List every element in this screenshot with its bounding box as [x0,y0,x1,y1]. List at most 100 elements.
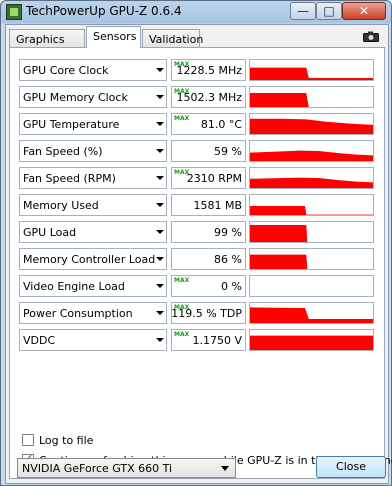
max-indicator: MAX [174,277,190,284]
sensor-value: 2310 RPM [186,172,242,185]
sensor-graph-area [250,177,373,188]
sensor-name: Memory Used [23,199,99,212]
sensor-row: GPU Core Clock MAX 1228.5 MHz [19,59,374,81]
sensor-name-dropdown[interactable]: GPU Load [19,221,167,243]
sensor-graph-area [250,206,373,215]
gpu-z-app-icon [6,4,22,20]
sensor-value-box: MAX 2310 RPM [171,167,246,189]
gpu-select[interactable]: NVIDIA GeForce GTX 660 Ti [17,458,236,478]
maximize-button[interactable]: □ [316,2,342,20]
sensor-graph-area [250,254,308,269]
sensor-value-box: MAX 1228.5 MHz [171,59,246,81]
sensors-panel: Log to file Continue refreshing this scr… [9,47,392,479]
sensor-name-dropdown[interactable]: GPU Temperature [19,113,167,135]
sensor-name-dropdown[interactable]: Memory Controller Load [19,248,167,270]
chevron-down-icon [221,466,229,471]
max-indicator: MAX [174,115,190,122]
sensor-value-box: MAX 1502.3 MHz [171,86,246,108]
tab-sensors[interactable]: Sensors [86,26,141,48]
title-bar[interactable]: TechPowerUp GPU-Z 0.6.4 — □ ✕ [1,1,391,23]
sensor-row: Video Engine Load MAX 0 % [19,275,374,297]
sensor-graph-area [250,225,308,242]
gpu-z-window: TechPowerUp GPU-Z 0.6.4 — □ ✕ Graphics C… [0,0,392,486]
sensor-name-dropdown[interactable]: VDDC [19,329,167,351]
sensor-value: 1502.3 MHz [176,91,242,104]
sensor-graph [249,221,374,243]
minimize-button[interactable]: — [290,2,316,20]
sensor-row: GPU Temperature MAX 81.0 °C [19,113,374,135]
sensor-value-box: MAX 1.1750 V [171,329,246,351]
sensor-value: 119.5 % TDP [171,307,242,320]
sensor-name: GPU Load [23,226,77,239]
dropdown-arrow-icon [156,122,164,126]
sensor-value: 0 % [221,280,242,293]
sensor-graph-svg [250,225,308,242]
sensor-name: Fan Speed (%) [23,145,103,158]
sensor-name: VDDC [23,334,56,347]
sensor-graph-svg [250,150,373,161]
sensor-row: Power Consumption MAX 119.5 % TDP [19,302,374,324]
close-button[interactable]: Close [316,456,386,478]
sensor-value: 59 % [214,145,242,158]
sensor-row: GPU Memory Clock MAX 1502.3 MHz [19,86,374,108]
sensor-graph [249,59,374,81]
sensor-value: 99 % [214,226,242,239]
sensor-graph-svg [250,307,373,323]
sensor-value-box: 99 % [171,221,246,243]
max-indicator: MAX [174,331,190,338]
sensor-graph-svg [250,177,373,188]
sensor-graph-area [250,93,373,107]
sensor-name-dropdown[interactable]: GPU Memory Clock [19,86,167,108]
camera-icon[interactable] [363,31,379,42]
dropdown-arrow-icon [156,230,164,234]
log-to-file-label: Log to file [39,434,94,447]
window-close-button[interactable]: ✕ [342,2,386,20]
client-area: Graphics Card Sensors Validation Log to … [5,24,392,484]
dropdown-arrow-icon [156,176,164,180]
sensor-graph [249,248,374,270]
tab-graphics-card[interactable]: Graphics Card [9,29,85,65]
tab-validation[interactable]: Validation [142,29,203,48]
sensor-graph-svg [250,118,373,134]
sensor-row: GPU Load 99 % [19,221,374,243]
sensor-value-box: 59 % [171,140,246,162]
dropdown-arrow-icon [156,149,164,153]
sensor-name: GPU Temperature [23,118,120,131]
log-to-file-checkbox[interactable] [22,434,34,446]
sensor-name: GPU Core Clock [23,64,109,77]
gpu-select-value: NVIDIA GeForce GTX 660 Ti [22,462,173,475]
sensor-graph-area [250,335,373,350]
sensor-graph [249,302,374,324]
sensor-graph [249,140,374,162]
sensor-value: 1581 MB [193,199,242,212]
sensor-graph-svg [250,335,373,350]
sensor-value-box: MAX 119.5 % TDP [171,302,246,324]
sensor-name-dropdown[interactable]: Fan Speed (RPM) [19,167,167,189]
sensor-name-dropdown[interactable]: Fan Speed (%) [19,140,167,162]
sensor-value-box: 86 % [171,248,246,270]
sensor-name-dropdown[interactable]: GPU Core Clock [19,59,167,81]
sensor-value: 1228.5 MHz [176,64,242,77]
sensor-graph [249,86,374,108]
sensor-row: Memory Used 1581 MB [19,194,374,216]
sensor-value-box: MAX 81.0 °C [171,113,246,135]
sensor-name-dropdown[interactable]: Memory Used [19,194,167,216]
sensor-graph-svg [250,276,374,297]
sensor-row: Memory Controller Load 86 % [19,248,374,270]
sensor-graph-svg [250,93,373,107]
sensor-graph [249,113,374,135]
sensor-value: 1.1750 V [192,334,242,347]
sensor-graph [249,275,374,297]
sensor-name: GPU Memory Clock [23,91,128,104]
sensor-graph-svg [250,206,373,215]
sensor-graph-area [250,118,373,134]
sensor-graph [249,167,374,189]
sensor-graph-area [250,67,373,80]
sensor-value: 86 % [214,253,242,266]
sensor-row: Fan Speed (%) 59 % [19,140,374,162]
window-title: TechPowerUp GPU-Z 0.6.4 [26,4,182,18]
sensor-name-dropdown[interactable]: Power Consumption [19,302,167,324]
sensor-name-dropdown[interactable]: Video Engine Load [19,275,167,297]
sensor-graph [249,194,374,216]
sensor-name: Memory Controller Load [23,253,156,266]
